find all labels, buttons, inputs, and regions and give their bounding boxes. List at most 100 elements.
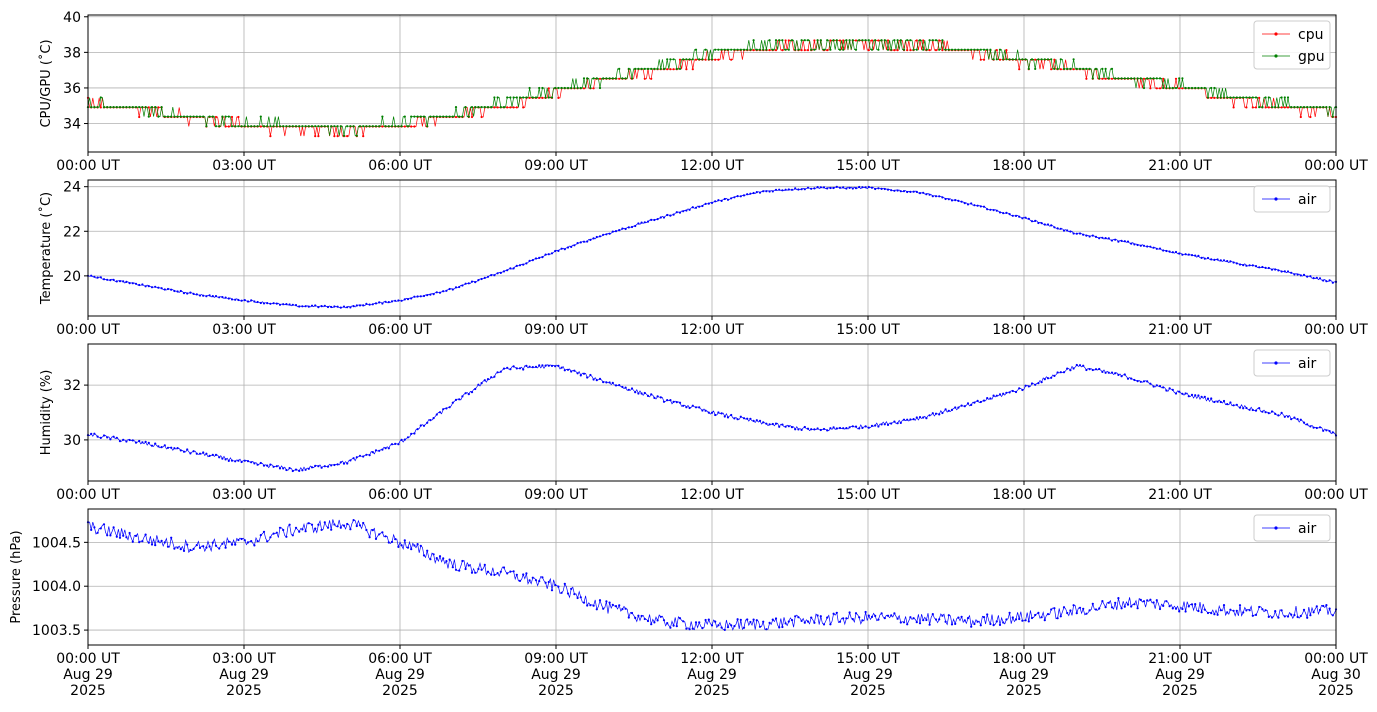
data-point: [717, 48, 720, 51]
data-point: [755, 191, 758, 194]
data-point: [1098, 367, 1101, 371]
data-point: [893, 189, 896, 192]
data-point: [653, 396, 656, 399]
data-point: [1206, 96, 1210, 99]
data-point: [1069, 369, 1072, 372]
data-point: [890, 614, 893, 617]
data-point: [701, 627, 704, 630]
data-point: [349, 125, 352, 128]
data-point: [832, 186, 835, 190]
data-point: [1158, 607, 1162, 611]
data-point: [726, 626, 730, 629]
data-point: [253, 300, 256, 303]
data-point: [122, 438, 125, 441]
x-tick-label: 21:00 UT: [1148, 322, 1212, 338]
data-point: [160, 106, 163, 109]
data-point: [112, 435, 115, 438]
data-point: [922, 39, 925, 42]
data-point: [886, 48, 890, 51]
x-tick-year: 2025: [538, 683, 574, 699]
data-point: [627, 388, 630, 391]
data-point: [246, 541, 250, 544]
data-point: [925, 193, 928, 196]
data-point: [794, 48, 797, 51]
x-tick-date: Aug 29: [219, 667, 269, 683]
data-point: [822, 186, 826, 189]
data-point: [1123, 77, 1126, 80]
data-point: [666, 622, 669, 625]
data-point: [224, 296, 227, 299]
data-point: [154, 285, 157, 288]
data-point: [947, 409, 950, 412]
data-point: [1078, 606, 1082, 609]
data-point: [787, 425, 790, 428]
data-point: [979, 624, 982, 627]
data-point: [122, 280, 125, 283]
data-point: [1235, 609, 1238, 612]
data-point: [429, 115, 432, 118]
data-point: [397, 545, 400, 549]
data-point: [467, 282, 470, 285]
data-point: [1222, 399, 1226, 403]
data-point: [678, 401, 682, 404]
data-point: [918, 192, 922, 195]
data-point: [845, 39, 848, 42]
data-point: [419, 115, 422, 118]
data-point: [768, 423, 771, 426]
x-tick-label: 06:00 UT: [368, 651, 432, 667]
data-point: [1299, 274, 1302, 277]
data-point: [166, 115, 170, 118]
data-point: [586, 240, 589, 243]
data-point: [1267, 106, 1270, 109]
data-point: [723, 415, 726, 418]
data-point: [698, 58, 701, 61]
data-point: [1238, 406, 1242, 409]
data-point: [285, 303, 288, 306]
data-point: [864, 39, 867, 42]
x-tick-label: 00:00 UT: [56, 322, 120, 338]
data-point: [406, 125, 410, 128]
data-point: [694, 48, 698, 51]
data-point: [458, 569, 461, 572]
data-point: [1226, 611, 1229, 614]
data-point: [102, 434, 106, 437]
data-point: [1187, 86, 1190, 90]
data-point: [115, 535, 118, 538]
data-point: [1184, 253, 1187, 256]
data-point: [557, 96, 560, 99]
data-point: [678, 67, 682, 70]
x-tick-label: 15:00 UT: [836, 158, 900, 174]
data-point: [1066, 611, 1069, 615]
data-point: [739, 48, 742, 51]
data-point: [992, 209, 995, 212]
data-point: [346, 306, 349, 309]
data-point: [163, 288, 166, 291]
data-point: [1056, 371, 1059, 374]
data-point: [973, 204, 976, 207]
data-point: [797, 616, 800, 619]
data-point: [534, 365, 538, 368]
data-point: [1181, 77, 1184, 80]
data-point: [515, 96, 518, 99]
data-point: [237, 115, 240, 119]
data-point: [560, 366, 563, 369]
data-point: [1110, 606, 1114, 609]
data-point: [733, 625, 736, 628]
data-point: [704, 202, 707, 205]
data-point: [205, 546, 208, 549]
data-point: [1002, 621, 1005, 624]
data-point: [528, 86, 531, 90]
data-point: [704, 409, 707, 412]
data-point: [1200, 86, 1203, 90]
data-point: [397, 299, 400, 302]
data-point: [154, 442, 157, 445]
data-point: [685, 406, 688, 409]
data-point: [378, 449, 381, 452]
data-point: [822, 48, 826, 51]
data-point: [182, 450, 186, 453]
data-point: [307, 305, 310, 308]
data-point: [982, 48, 986, 51]
data-point: [330, 464, 333, 467]
data-point: [339, 306, 342, 309]
data-point: [970, 625, 973, 628]
